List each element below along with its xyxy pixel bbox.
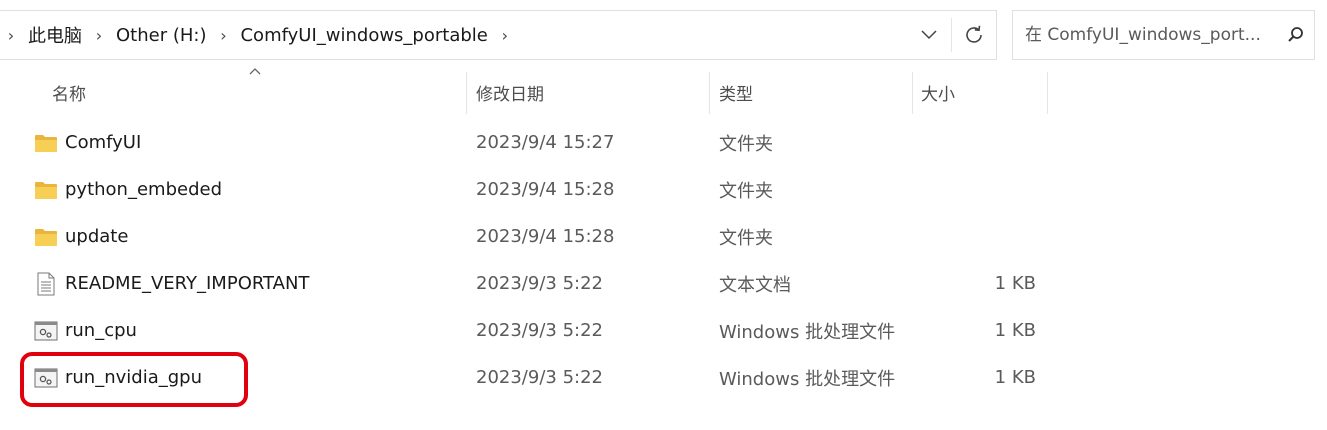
column-header-type-label: 类型 [719,85,753,105]
batch-file-icon [34,319,58,343]
file-row[interactable]: ComfyUI 2023/9/4 15:27 文件夹 [22,120,1052,165]
column-header-name[interactable]: 名称 [45,70,465,115]
folder-icon [34,131,58,155]
file-row[interactable]: python_embeded 2023/9/4 15:28 文件夹 [22,167,1052,212]
breadcrumb-root-chevron-icon[interactable]: › [0,26,22,45]
column-divider[interactable] [709,72,710,114]
file-size: 1 KB [994,367,1036,388]
refresh-button[interactable] [952,13,996,57]
file-date: 2023/9/3 5:22 [476,367,603,388]
column-divider[interactable] [912,72,913,114]
column-header-size[interactable]: 大小 [914,70,1046,115]
file-date: 2023/9/3 5:22 [476,273,603,294]
file-name: ComfyUI [65,132,142,153]
file-date: 2023/9/3 5:22 [476,320,603,341]
file-type: 文件夹 [719,133,773,155]
file-type: Windows 批处理文件 [719,321,896,343]
breadcrumb-chevron-icon[interactable]: › [212,26,234,45]
file-row[interactable]: README_VERY_IMPORTANT 2023/9/3 5:22 文本文档… [22,261,1052,306]
search-icon [1288,27,1303,42]
column-header-date-label: 修改日期 [476,85,544,105]
breadcrumb-chevron-icon[interactable]: › [88,26,110,45]
file-date: 2023/9/4 15:28 [476,226,615,247]
file-size [922,167,1036,212]
folder-icon [34,178,58,202]
text-file-icon [34,272,58,296]
column-divider[interactable] [1047,72,1048,114]
breadcrumb-chevron-icon[interactable]: › [494,26,516,45]
file-name: run_cpu [65,320,137,341]
file-date: 2023/9/4 15:27 [476,132,615,153]
chevron-down-icon [921,30,937,40]
file-size [922,214,1036,259]
file-size: 1 KB [994,320,1036,341]
file-type: 文件夹 [719,227,773,249]
breadcrumb: › 此电脑 › Other (H:) › ComfyUI_windows_por… [0,11,516,59]
file-size [922,120,1036,165]
column-divider[interactable] [466,72,467,114]
address-bar[interactable]: › 此电脑 › Other (H:) › ComfyUI_windows_por… [0,10,997,60]
file-type: 文件夹 [719,180,773,202]
column-header-date[interactable]: 修改日期 [469,70,707,115]
file-size: 1 KB [994,273,1036,294]
search-button[interactable] [1279,15,1313,55]
column-header-row: 名称 修改日期 类型 大小 [0,68,1060,115]
breadcrumb-drive[interactable]: Other (H:) [110,25,212,46]
file-row[interactable]: run_cpu 2023/9/3 5:22 Windows 批处理文件 1 KB [22,308,1052,353]
file-type: 文本文档 [719,274,791,296]
file-date: 2023/9/4 15:28 [476,179,615,200]
highlight-annotation [20,352,248,407]
column-header-size-label: 大小 [921,85,955,105]
search-box[interactable] [1012,10,1315,60]
file-name: README_VERY_IMPORTANT [65,273,310,294]
file-row[interactable]: update 2023/9/4 15:28 文件夹 [22,214,1052,259]
file-name: python_embeded [65,179,222,200]
search-input[interactable] [1023,24,1279,46]
refresh-icon [966,25,982,43]
file-type: Windows 批处理文件 [719,368,896,390]
breadcrumb-current-folder[interactable]: ComfyUI_windows_portable [234,25,493,46]
folder-icon [34,225,58,249]
file-name: update [65,226,129,247]
history-dropdown-button[interactable] [907,13,951,57]
column-header-type[interactable]: 类型 [712,70,910,115]
column-header-name-label: 名称 [52,85,86,105]
breadcrumb-this-pc[interactable]: 此电脑 [22,22,88,48]
